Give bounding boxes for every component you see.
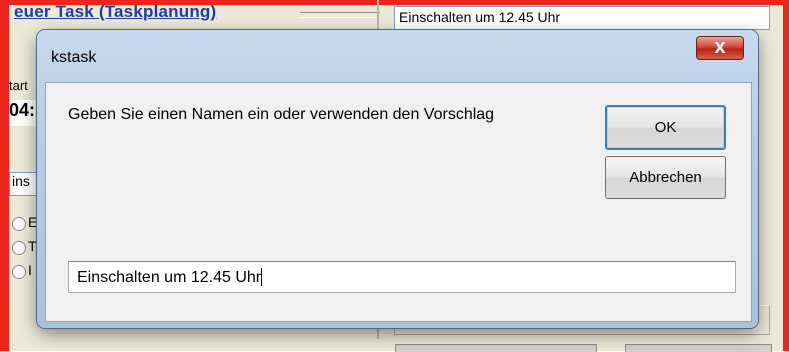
radio-option-2[interactable] [12, 241, 26, 255]
start-time-field[interactable]: 04: [9, 100, 37, 126]
radio-option-1-label: E [28, 214, 38, 230]
cancel-button[interactable]: Abbrechen [605, 156, 726, 199]
window-frame-right [783, 0, 789, 351]
radio-option-3-label: I [28, 262, 32, 278]
name-input[interactable]: Einschalten um 12.45 Uhr [68, 261, 736, 293]
title-separator [300, 12, 380, 18]
close-icon: X [714, 39, 726, 57]
radio-option-3[interactable] [12, 265, 26, 279]
dialog-title: kstask [51, 49, 97, 66]
schedule-dropdown[interactable]: ins [9, 172, 37, 196]
name-input-value: Einschalten um 12.45 Uhr [77, 269, 262, 286]
dialog-prompt: Geben Sie einen Namen ein oder verwenden… [68, 106, 495, 123]
kstask-dialog: kstask X Geben Sie einen Namen ein oder … [37, 30, 758, 328]
background-window-title: euer Task (Taskplanung) [14, 2, 217, 21]
task-name-field[interactable]: Einschalten um 12.45 Uhr [394, 6, 770, 30]
dialog-body: Geben Sie einen Namen ein oder verwenden… [45, 82, 752, 322]
close-button[interactable]: X [696, 36, 744, 60]
start-label: tart [9, 78, 28, 93]
radio-option-2-label: T [28, 238, 37, 254]
ok-button[interactable]: OK [605, 105, 726, 150]
radio-option-1[interactable] [12, 217, 26, 231]
window-frame-left [0, 0, 9, 351]
text-caret [261, 268, 263, 286]
